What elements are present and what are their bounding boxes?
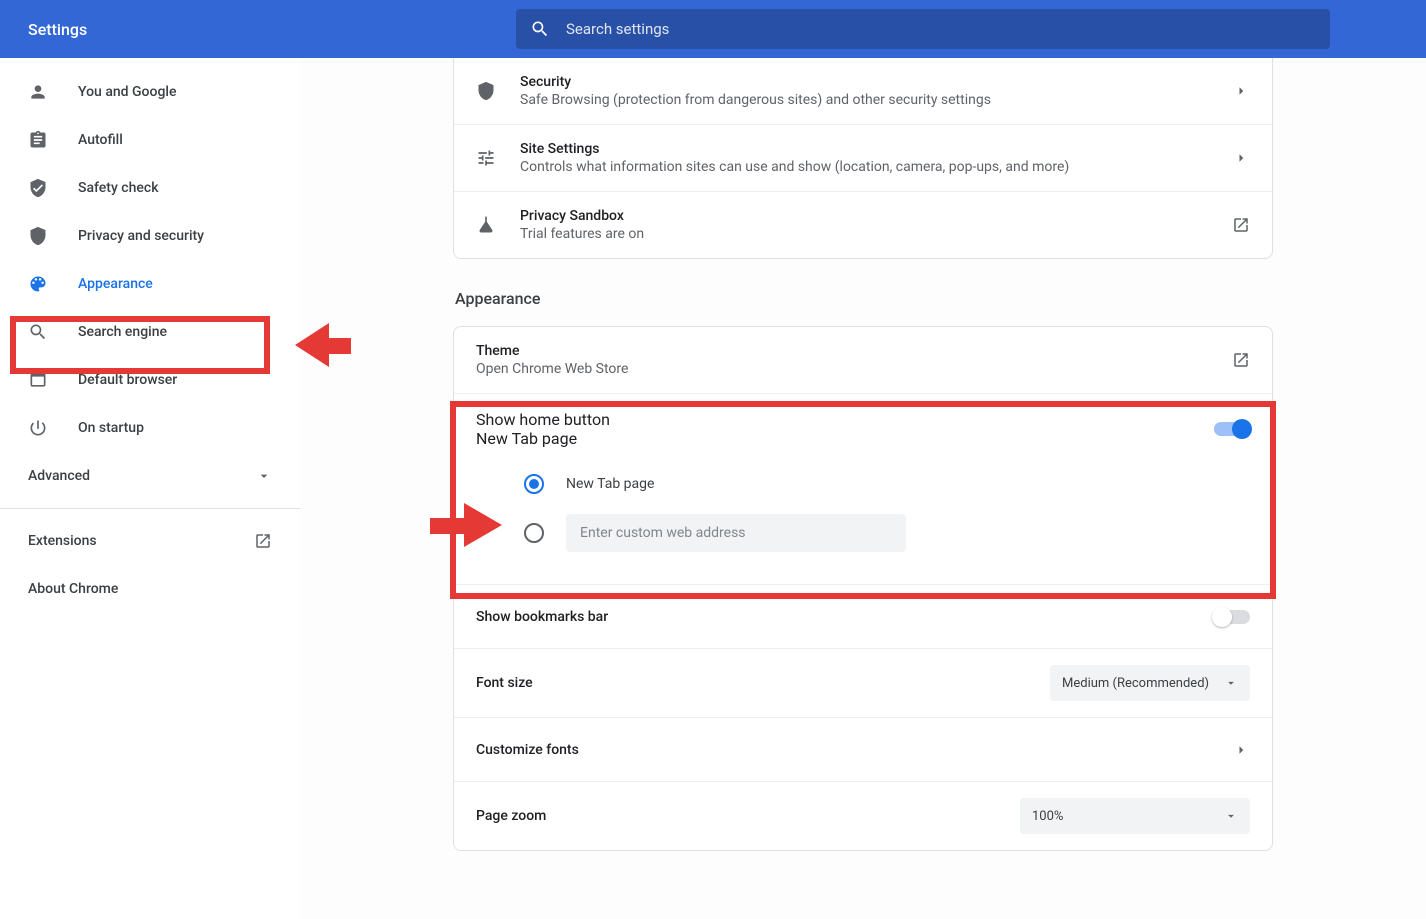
row-title: Show home button <box>476 410 1214 429</box>
appearance-card: Theme Open Chrome Web Store Show home bu… <box>453 326 1273 851</box>
sidebar-item-search-engine[interactable]: Search engine <box>0 308 300 356</box>
text-group: Security Safe Browsing (protection from … <box>520 74 1232 108</box>
shield-check-icon <box>28 178 48 198</box>
person-icon <box>28 82 48 102</box>
text-group: Site Settings Controls what information … <box>520 141 1232 175</box>
sidebar-label: Advanced <box>28 468 90 484</box>
radio-custom[interactable] <box>524 523 544 543</box>
theme-row[interactable]: Theme Open Chrome Web Store <box>454 327 1272 393</box>
privacy-sandbox-row[interactable]: Privacy Sandbox Trial features are on <box>454 191 1272 258</box>
site-settings-row[interactable]: Site Settings Controls what information … <box>454 124 1272 191</box>
window-icon <box>28 370 48 390</box>
row-title: Page zoom <box>476 808 1020 824</box>
row-sub: Controls what information sites can use … <box>520 159 1232 175</box>
callout-arrow-left <box>295 323 351 367</box>
chevron-right-icon <box>1232 82 1250 100</box>
row-title: Security <box>520 74 1232 90</box>
clipboard-icon <box>28 130 48 150</box>
sidebar-item-on-startup[interactable]: On startup <box>0 404 300 452</box>
radio-newtab-row: New Tab page <box>476 466 1250 502</box>
chevron-down-icon <box>256 468 272 484</box>
open-external-icon <box>1232 351 1250 369</box>
sidebar-advanced[interactable]: Advanced <box>0 452 300 500</box>
sidebar: You and Google Autofill Safety check Pri… <box>0 58 300 919</box>
show-home-button-toggle[interactable] <box>1214 422 1250 436</box>
sidebar-label: You and Google <box>78 84 176 100</box>
radio-label: New Tab page <box>566 476 654 492</box>
chevron-right-icon <box>1232 149 1250 167</box>
sidebar-item-default-browser[interactable]: Default browser <box>0 356 300 404</box>
row-title: Customize fonts <box>476 742 1232 758</box>
bookmarks-row: Show bookmarks bar <box>454 584 1272 648</box>
select-value: 100% <box>1032 809 1063 824</box>
sidebar-label: Autofill <box>78 132 123 148</box>
sidebar-label: Safety check <box>78 180 159 196</box>
power-icon <box>28 418 48 438</box>
customize-fonts-row[interactable]: Customize fonts <box>454 717 1272 781</box>
search-icon <box>28 322 48 342</box>
palette-icon <box>28 274 48 294</box>
row-sub: Open Chrome Web Store <box>476 361 1232 377</box>
radio-custom-row <box>476 502 1250 560</box>
row-title: Privacy Sandbox <box>520 208 1232 224</box>
font-size-select[interactable]: Medium (Recommended) <box>1050 665 1250 701</box>
bookmarks-toggle[interactable] <box>1214 610 1250 624</box>
shield-icon <box>28 226 48 246</box>
text-group: Show home button New Tab page <box>476 410 1214 448</box>
sidebar-label: Extensions <box>28 533 97 549</box>
row-title: Site Settings <box>520 141 1232 157</box>
row-title: Show bookmarks bar <box>476 609 1214 625</box>
flask-icon <box>476 215 496 235</box>
sidebar-item-autofill[interactable]: Autofill <box>0 116 300 164</box>
appearance-section-title: Appearance <box>455 289 1273 308</box>
custom-address-input[interactable] <box>566 514 906 552</box>
open-external-icon <box>1232 216 1250 234</box>
chevron-down-icon <box>1224 809 1238 823</box>
search-input[interactable] <box>566 20 1316 38</box>
sidebar-extensions[interactable]: Extensions <box>0 517 300 565</box>
security-row[interactable]: Security Safe Browsing (protection from … <box>454 58 1272 124</box>
callout-arrow-right <box>430 503 502 547</box>
sidebar-label: Default browser <box>78 372 177 388</box>
search-settings-box[interactable] <box>516 9 1330 49</box>
tune-icon <box>476 148 496 168</box>
sidebar-label: On startup <box>78 420 144 436</box>
row-title: Theme <box>476 343 1232 359</box>
text-group: Privacy Sandbox Trial features are on <box>520 208 1232 242</box>
row-sub: New Tab page <box>476 429 1214 448</box>
search-icon <box>530 19 550 39</box>
main-content: Security Safe Browsing (protection from … <box>300 58 1426 919</box>
chevron-right-icon <box>1232 741 1250 759</box>
open-external-icon <box>254 532 272 550</box>
header: Settings <box>0 0 1426 58</box>
sidebar-item-appearance[interactable]: Appearance <box>0 260 300 308</box>
row-sub: Safe Browsing (protection from dangerous… <box>520 92 1232 108</box>
font-size-row: Font size Medium (Recommended) <box>454 648 1272 717</box>
sidebar-label: Search engine <box>78 324 167 340</box>
sidebar-label: Privacy and security <box>78 228 204 244</box>
sidebar-item-privacy-and-security[interactable]: Privacy and security <box>0 212 300 260</box>
sidebar-item-safety-check[interactable]: Safety check <box>0 164 300 212</box>
sidebar-about[interactable]: About Chrome <box>0 565 300 613</box>
chevron-down-icon <box>1224 676 1238 690</box>
radio-newtab[interactable] <box>524 474 544 494</box>
row-sub: Trial features are on <box>520 226 1232 242</box>
row-title: Font size <box>476 675 1050 691</box>
select-value: Medium (Recommended) <box>1062 676 1209 691</box>
sidebar-label: Appearance <box>78 276 153 292</box>
privacy-card: Security Safe Browsing (protection from … <box>453 58 1273 259</box>
page-zoom-select[interactable]: 100% <box>1020 798 1250 834</box>
shield-icon <box>476 81 496 101</box>
settings-title: Settings <box>16 20 516 39</box>
home-button-block: Show home button New Tab page New Tab pa… <box>454 393 1272 584</box>
sidebar-item-you-and-google[interactable]: You and Google <box>0 68 300 116</box>
divider <box>0 508 300 509</box>
page-zoom-row: Page zoom 100% <box>454 781 1272 850</box>
sidebar-label: About Chrome <box>28 581 118 597</box>
text-group: Theme Open Chrome Web Store <box>476 343 1232 377</box>
